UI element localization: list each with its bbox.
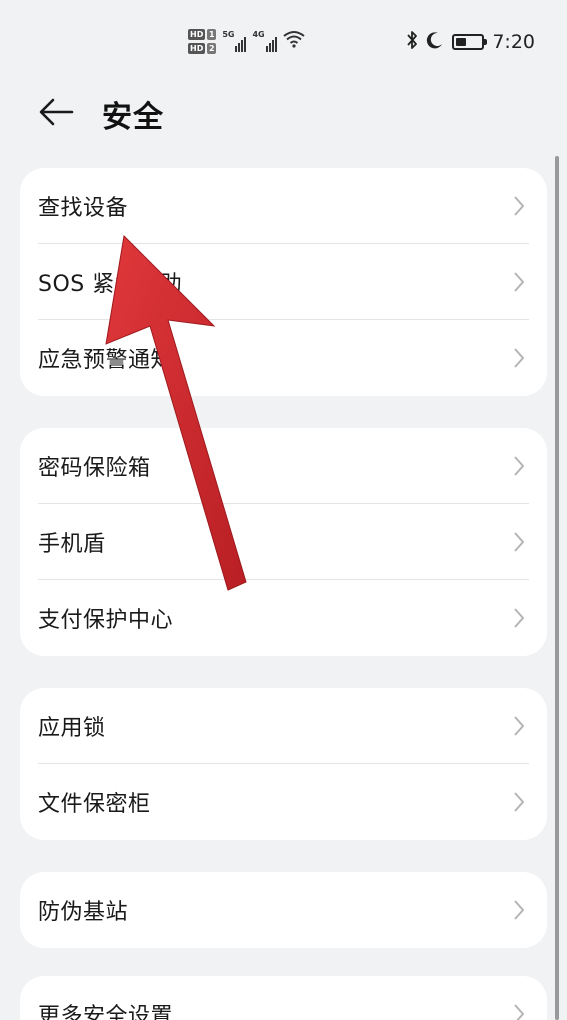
sim2-hd-badge: HD 2	[188, 42, 217, 54]
do-not-disturb-moon-icon	[426, 31, 444, 54]
settings-group-base-station: 防伪基站	[20, 872, 547, 948]
signal-strength-icon-1: 5G	[222, 30, 247, 52]
chevron-right-icon	[513, 347, 525, 369]
emergency-alert-label: 应急预警通知	[38, 348, 174, 373]
chevron-right-icon	[513, 791, 525, 813]
more-security-settings-item[interactable]: 更多安全设置	[20, 976, 547, 1020]
chevron-right-icon	[513, 195, 525, 217]
find-device-label: 查找设备	[38, 196, 129, 221]
file-safe-label: 文件保密柜	[38, 792, 151, 817]
settings-group-more: 更多安全设置	[20, 976, 547, 1020]
wifi-icon	[283, 30, 305, 52]
chevron-right-icon	[513, 899, 525, 921]
anti-fake-base-station-item[interactable]: 防伪基站	[20, 872, 547, 948]
network-type-1: 5G	[222, 30, 235, 39]
sos-emergency-item[interactable]: SOS 紧急求助	[20, 244, 547, 320]
payment-protection-label: 支付保护中心	[38, 608, 174, 633]
settings-group-app-lock: 应用锁 文件保密柜	[20, 688, 547, 840]
sim1-slot-label: 1	[207, 28, 217, 40]
chevron-right-icon	[513, 715, 525, 737]
sim1-hd-badge: HD 1	[188, 28, 217, 40]
emergency-alert-item[interactable]: 应急预警通知	[20, 320, 547, 396]
app-lock-item[interactable]: 应用锁	[20, 688, 547, 764]
app-lock-label: 应用锁	[38, 716, 106, 741]
bluetooth-icon	[406, 30, 418, 55]
sim2-slot-label: 2	[207, 42, 217, 54]
arrow-left-icon	[38, 97, 74, 131]
file-safe-item[interactable]: 文件保密柜	[20, 764, 547, 840]
payment-protection-item[interactable]: 支付保护中心	[20, 580, 547, 656]
chevron-right-icon	[513, 531, 525, 553]
more-security-settings-label: 更多安全设置	[38, 1004, 174, 1020]
phone-shield-item[interactable]: 手机盾	[20, 504, 547, 580]
page-title: 安全	[102, 100, 164, 135]
network-type-2: 4G	[252, 30, 265, 39]
chevron-right-icon	[513, 455, 525, 477]
network-indicators: HD 1 HD 2 5G 4G	[188, 26, 305, 56]
battery-icon	[452, 34, 488, 50]
signal-strength-icon-2: 4G	[252, 30, 277, 52]
scrollbar[interactable]	[555, 156, 559, 1020]
status-bar: HD 1 HD 2 5G 4G 7:20	[0, 0, 567, 84]
clock-time: 7:20	[492, 31, 535, 53]
status-icons-right: 7:20	[406, 28, 535, 56]
dual-sim-indicator: HD 1 HD 2	[188, 28, 217, 54]
phone-shield-label: 手机盾	[38, 532, 106, 557]
settings-group-privacy: 密码保险箱 手机盾 支付保护中心	[20, 428, 547, 656]
password-vault-item[interactable]: 密码保险箱	[20, 428, 547, 504]
find-device-item[interactable]: 查找设备	[20, 168, 547, 244]
password-vault-label: 密码保险箱	[38, 456, 151, 481]
chevron-right-icon	[513, 607, 525, 629]
sim1-hd-label: HD	[188, 28, 206, 40]
chevron-right-icon	[513, 1003, 525, 1020]
anti-fake-base-station-label: 防伪基站	[38, 900, 129, 925]
sos-emergency-label: SOS 紧急求助	[38, 272, 183, 297]
page-header: 安全	[0, 84, 567, 144]
chevron-right-icon	[513, 271, 525, 293]
sim2-hd-label: HD	[188, 42, 206, 54]
back-button[interactable]	[36, 94, 76, 134]
settings-group-device-safety: 查找设备 SOS 紧急求助 应急预警通知	[20, 168, 547, 396]
